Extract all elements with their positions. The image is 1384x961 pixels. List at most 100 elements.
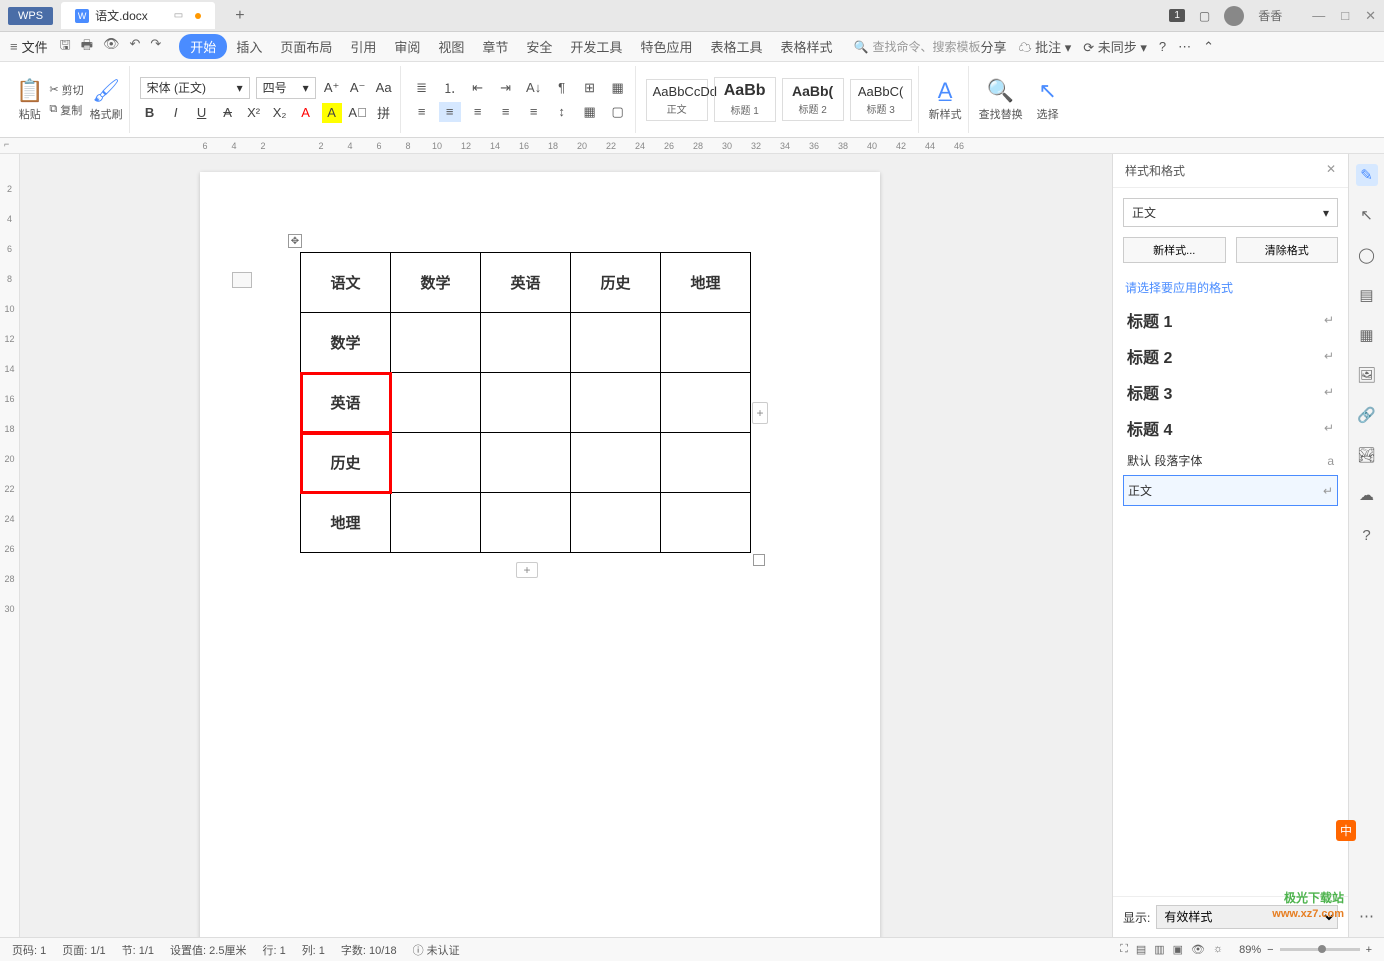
command-search[interactable]: 🔍 查找命令、搜索模板 — [853, 38, 980, 55]
superscript-button[interactable]: X² — [244, 103, 264, 123]
style-item-h2[interactable]: 标题 2↵ — [1123, 338, 1338, 374]
tabs-button[interactable]: ⊞ — [579, 78, 601, 98]
style-item-default-font[interactable]: 默认 段落字体a — [1123, 446, 1338, 475]
font-name-select[interactable]: 宋体 (正文)▾ — [140, 77, 250, 99]
show-marks-button[interactable]: ¶ — [551, 78, 573, 98]
bullets-button[interactable]: ≣ — [411, 78, 433, 98]
print-icon[interactable]: 🖶 — [81, 36, 93, 58]
table-cell[interactable] — [571, 313, 661, 373]
comments-button[interactable]: ☁ 批注 ▾ — [1018, 37, 1071, 56]
doc-table[interactable]: 语文 数学 英语 历史 地理 数学 英语 历史 — [300, 252, 751, 553]
justify-button[interactable]: ≡ — [495, 102, 517, 122]
ime-badge[interactable]: 中 — [1336, 820, 1356, 841]
close-icon[interactable]: ✕ — [1365, 8, 1376, 24]
view-web-icon[interactable]: ▣ — [1173, 943, 1183, 956]
style-heading1[interactable]: AaBb标题 1 — [714, 77, 776, 122]
maximize-icon[interactable]: □ — [1341, 8, 1349, 24]
font-size-select[interactable]: 四号▾ — [256, 77, 316, 99]
table-cell[interactable]: 历史 — [571, 253, 661, 313]
notification-badge[interactable]: 1 — [1169, 9, 1185, 22]
tab-security[interactable]: 安全 — [517, 33, 561, 60]
table-cell[interactable] — [391, 493, 481, 553]
table-cell[interactable]: 语文 — [301, 253, 391, 313]
ruler-horizontal[interactable]: ⌐ 64224681012141618202224262830323436384… — [0, 138, 1384, 154]
table-cell-highlighted[interactable]: 英语 — [301, 373, 391, 433]
style-tool-icon[interactable]: ✎ — [1356, 164, 1378, 186]
table-row[interactable]: 数学 — [301, 313, 751, 373]
table-cell[interactable] — [661, 433, 751, 493]
underline-button[interactable]: U — [192, 103, 212, 123]
cloud-tool-icon[interactable]: ☁ — [1356, 484, 1378, 506]
phonetic-button[interactable]: 拼 — [374, 103, 394, 123]
image-tool-icon[interactable]: 🏞 — [1356, 444, 1378, 466]
document-viewport[interactable]: ✥ 语文 数学 英语 历史 地理 数学 英语 — [20, 154, 1112, 937]
line-spacing-button[interactable]: ↕ — [551, 102, 573, 122]
find-replace-button[interactable]: 🔍查找替换 — [979, 78, 1023, 122]
collapse-icon[interactable]: ⌃ — [1203, 39, 1214, 55]
picture-tool-icon[interactable]: 🖼 — [1356, 364, 1378, 386]
share-button[interactable]: 分享 — [980, 37, 1006, 56]
app-logo[interactable]: WPS — [8, 7, 53, 25]
table-cell[interactable] — [481, 313, 571, 373]
panel-close-icon[interactable]: ✕ — [1326, 162, 1336, 179]
layout-tool-icon[interactable]: ▤ — [1356, 284, 1378, 306]
table-cell[interactable] — [661, 493, 751, 553]
tab-special[interactable]: 特色应用 — [631, 33, 701, 60]
tab-sections[interactable]: 章节 — [473, 33, 517, 60]
status-cert[interactable]: ⓘ 未认证 — [413, 942, 460, 958]
status-words[interactable]: 字数: 10/18 — [341, 942, 397, 958]
table-cell[interactable] — [571, 493, 661, 553]
table-cell[interactable] — [661, 313, 751, 373]
file-menu[interactable]: 文件 — [22, 37, 48, 56]
bold-button[interactable]: B — [140, 103, 160, 123]
table-cell[interactable]: 数学 — [391, 253, 481, 313]
table-cell-highlighted[interactable]: 历史 — [301, 433, 391, 493]
table-tool-icon[interactable]: ▦ — [1356, 324, 1378, 346]
shape-tool-icon[interactable]: ◯ — [1356, 244, 1378, 266]
page[interactable]: ✥ 语文 数学 英语 历史 地理 数学 英语 — [200, 172, 880, 937]
link-tool-icon[interactable]: 🔗 — [1356, 404, 1378, 426]
style-body[interactable]: AaBbCcDd正文 — [646, 79, 708, 121]
style-item-h4[interactable]: 标题 4↵ — [1123, 410, 1338, 446]
table-cell[interactable]: 英语 — [481, 253, 571, 313]
cut-button[interactable]: ✂ 剪切 — [49, 82, 83, 98]
table-cell[interactable] — [391, 433, 481, 493]
status-setting[interactable]: 设置值: 2.5厘米 — [170, 942, 246, 958]
style-item-h1[interactable]: 标题 1↵ — [1123, 302, 1338, 338]
view-focus-icon[interactable]: ☼ — [1213, 943, 1223, 956]
shading-button[interactable]: ▦ — [579, 102, 601, 122]
save-icon[interactable]: 🖫 — [60, 36, 71, 58]
tab-table-styles[interactable]: 表格样式 — [771, 33, 841, 60]
italic-button[interactable]: I — [166, 103, 186, 123]
tab-mini-icon[interactable]: ▭ — [174, 10, 183, 21]
tab-home[interactable]: 开始 — [179, 34, 227, 59]
status-page[interactable]: 页面: 1/1 — [62, 942, 105, 958]
table-cell[interactable]: 数学 — [301, 313, 391, 373]
ruler-vertical[interactable]: 24681012141618202224262830 — [0, 154, 20, 937]
table-cell[interactable] — [481, 373, 571, 433]
style-heading2[interactable]: AaBb(标题 2 — [782, 78, 844, 121]
sort-button[interactable]: A↓ — [523, 78, 545, 98]
new-tab-button[interactable]: + — [235, 7, 244, 25]
tab-view[interactable]: 视图 — [429, 33, 473, 60]
new-style-btn[interactable]: 新样式... — [1123, 237, 1226, 263]
table-cell[interactable] — [661, 373, 751, 433]
table-cell[interactable] — [391, 313, 481, 373]
align-left-button[interactable]: ≡ — [411, 102, 433, 122]
status-page-num[interactable]: 页码: 1 — [12, 942, 46, 958]
zoom-out-icon[interactable]: − — [1267, 944, 1273, 956]
document-tab[interactable]: W 语文.docx ▭ — [61, 2, 215, 29]
table-add-row[interactable]: + — [516, 562, 538, 578]
tab-references[interactable]: 引用 — [341, 33, 385, 60]
copy-button[interactable]: ⧉ 复制 — [49, 102, 83, 118]
skin-icon[interactable]: ▢ — [1199, 9, 1210, 23]
format-painter-button[interactable]: 🖌格式刷 — [90, 78, 123, 122]
avatar[interactable] — [1224, 6, 1244, 26]
status-col[interactable]: 列: 1 — [302, 942, 325, 958]
table-cell[interactable] — [571, 373, 661, 433]
view-read-icon[interactable]: 👁 — [1191, 943, 1205, 956]
help-tool-icon[interactable]: ? — [1356, 524, 1378, 546]
menu-icon[interactable]: ≡ — [10, 39, 18, 54]
tab-review[interactable]: 审阅 — [385, 33, 429, 60]
style-heading3[interactable]: AaBbC(标题 3 — [850, 79, 912, 121]
